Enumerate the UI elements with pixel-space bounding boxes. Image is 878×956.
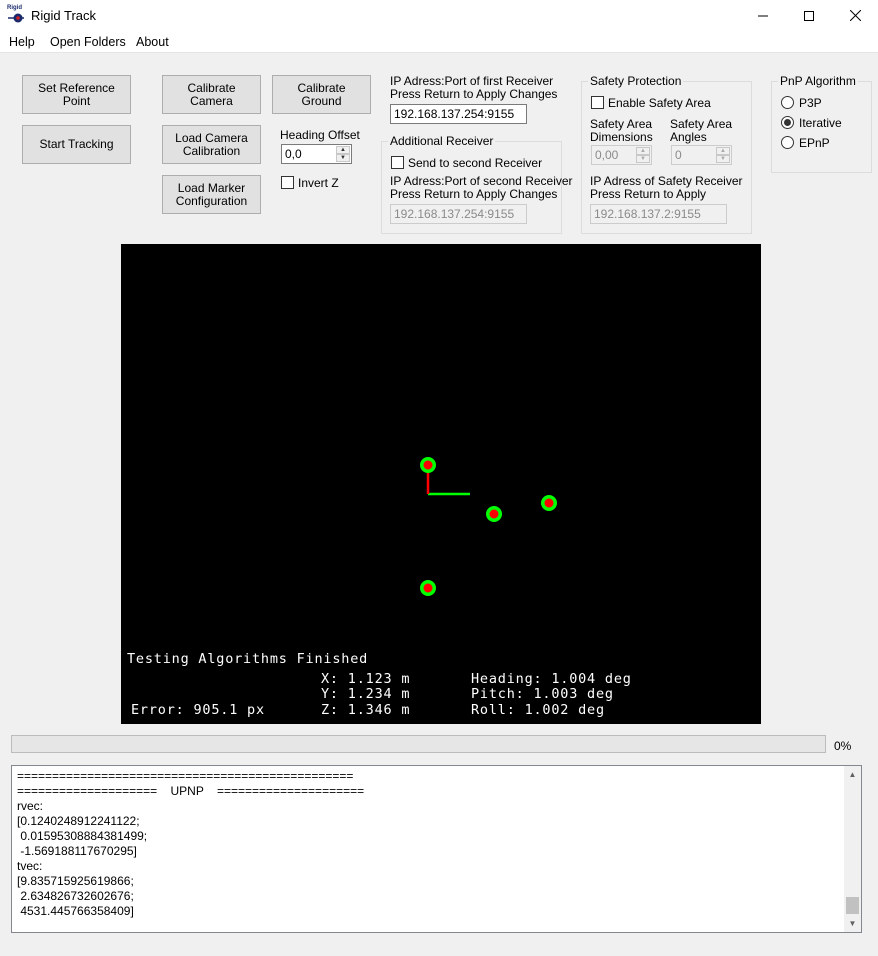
video-heading-readout: Heading: 1.004 deg xyxy=(471,671,632,687)
marker-2-center xyxy=(489,509,499,519)
title-bar[interactable]: Rigid Rigid Track xyxy=(0,0,878,31)
safety-receiver-label: IP Adress of Safety Receiver Press Retur… xyxy=(590,174,743,201)
spin-up-icon[interactable]: ▲ xyxy=(636,147,650,155)
log-line: [9.835715925619866; xyxy=(17,874,134,888)
pnp-label-iterative: Iterative xyxy=(799,116,842,130)
send-second-receiver-checkbox[interactable] xyxy=(391,156,404,169)
scroll-down-icon[interactable]: ▼ xyxy=(844,915,861,932)
invert-z-checkbox[interactable] xyxy=(281,176,294,189)
invert-z-label: Invert Z xyxy=(298,176,339,190)
spin-up-icon[interactable]: ▲ xyxy=(716,147,730,155)
additional-receiver-title: Additional Receiver xyxy=(388,134,496,148)
pnp-label-epnp: EPnP xyxy=(799,136,830,150)
start-tracking-button[interactable]: Start Tracking xyxy=(22,125,131,164)
log-line: ========================================… xyxy=(17,769,354,783)
app-logo-icon: Rigid xyxy=(7,5,25,25)
video-status-text: Testing Algorithms Finished xyxy=(127,651,369,667)
scroll-up-icon[interactable]: ▲ xyxy=(844,766,861,783)
safety-receiver-input[interactable]: 192.168.137.2:9155 xyxy=(590,204,727,224)
pnp-radio-p3p[interactable] xyxy=(781,96,794,109)
spin-down-icon[interactable]: ▼ xyxy=(716,155,730,163)
log-line: [0.1240248912241122; xyxy=(17,814,140,828)
pnp-label-p3p: P3P xyxy=(799,96,822,110)
progress-percent: 0% xyxy=(834,739,852,753)
set-reference-point-button[interactable]: Set Reference Point xyxy=(22,75,131,114)
video-y-readout: Y: 1.234 m xyxy=(321,686,411,702)
first-receiver-input[interactable]: 192.168.137.254:9155 xyxy=(390,104,527,124)
log-line: ==================== UPNP ==============… xyxy=(17,784,365,798)
heading-offset-label: Heading Offset xyxy=(280,128,360,142)
heading-offset-value: 0,0 xyxy=(285,147,302,161)
safety-dimensions-value: 0,00 xyxy=(595,148,619,162)
video-error-readout: Error: 905.1 px xyxy=(131,702,265,718)
marker-1-center xyxy=(423,460,433,470)
log-textbox[interactable]: ========================================… xyxy=(11,765,862,933)
marker-4-center xyxy=(423,583,433,593)
window-title: Rigid Track xyxy=(31,8,97,23)
video-roll-readout: Roll: 1.002 deg xyxy=(471,702,605,718)
send-second-receiver-label: Send to second Receiver xyxy=(408,156,543,170)
video-x-readout: X: 1.123 m xyxy=(321,671,411,687)
load-camera-calibration-button[interactable]: Load Camera Calibration xyxy=(162,125,261,164)
close-button[interactable] xyxy=(832,0,878,31)
pnp-radio-iterative[interactable] xyxy=(781,116,794,129)
minimize-icon xyxy=(758,15,768,16)
close-icon xyxy=(849,10,861,21)
menu-open-folders[interactable]: Open Folders xyxy=(50,35,126,49)
calibrate-camera-button[interactable]: Calibrate Camera xyxy=(162,75,261,114)
second-receiver-input[interactable]: 192.168.137.254:9155 xyxy=(390,204,527,224)
safety-dimensions-label: Safety Area Dimensions xyxy=(590,117,653,144)
minimize-button[interactable] xyxy=(740,0,786,31)
camera-view: Testing Algorithms Finished X: 1.123 m Y… xyxy=(121,244,761,724)
pnp-algorithm-title: PnP Algorithm xyxy=(778,74,858,88)
video-z-readout: Z: 1.346 m xyxy=(321,702,411,718)
log-scrollbar[interactable]: ▲ ▼ xyxy=(844,766,861,932)
maximize-icon xyxy=(804,10,814,21)
menu-about[interactable]: About xyxy=(136,35,169,49)
menu-bar: Help Open Folders About xyxy=(0,31,878,53)
marker-3-center xyxy=(544,498,554,508)
enable-safety-area-label: Enable Safety Area xyxy=(608,96,711,110)
spin-down-icon[interactable]: ▼ xyxy=(336,154,350,162)
log-content: ========================================… xyxy=(17,769,364,919)
menu-help[interactable]: Help xyxy=(9,35,35,49)
log-line: 2.634826732602676; xyxy=(17,889,134,903)
log-line: 0.01595308884381499; xyxy=(17,829,148,843)
pnp-radio-epnp[interactable] xyxy=(781,136,794,149)
safety-angles-stepper[interactable]: 0 ▲ ▼ xyxy=(671,145,732,165)
progress-bar xyxy=(11,735,826,753)
safety-protection-title: Safety Protection xyxy=(588,74,684,88)
safety-angles-label: Safety Area Angles xyxy=(670,117,733,144)
heading-offset-stepper[interactable]: 0,0 ▲ ▼ xyxy=(281,144,352,164)
scroll-thumb[interactable] xyxy=(846,897,859,914)
safety-angles-value: 0 xyxy=(675,148,682,162)
safety-dimensions-stepper[interactable]: 0,00 ▲ ▼ xyxy=(591,145,652,165)
spin-up-icon[interactable]: ▲ xyxy=(336,146,350,154)
log-line: tvec: xyxy=(17,859,43,873)
maximize-button[interactable] xyxy=(786,0,832,31)
log-line: -1.569188117670295] xyxy=(17,844,137,858)
load-marker-configuration-button[interactable]: Load Marker Configuration xyxy=(162,175,261,214)
first-receiver-label: IP Adress:Port of first Receiver Press R… xyxy=(390,74,558,101)
second-receiver-label: IP Adress:Port of second Receiver Press … xyxy=(390,174,573,201)
log-line: 4531.445766358409] xyxy=(17,904,134,918)
video-pitch-readout: Pitch: 1.003 deg xyxy=(471,686,614,702)
calibrate-ground-button[interactable]: Calibrate Ground xyxy=(272,75,371,114)
spin-down-icon[interactable]: ▼ xyxy=(636,155,650,163)
log-line: rvec: xyxy=(17,799,44,813)
enable-safety-area-checkbox[interactable] xyxy=(591,96,604,109)
